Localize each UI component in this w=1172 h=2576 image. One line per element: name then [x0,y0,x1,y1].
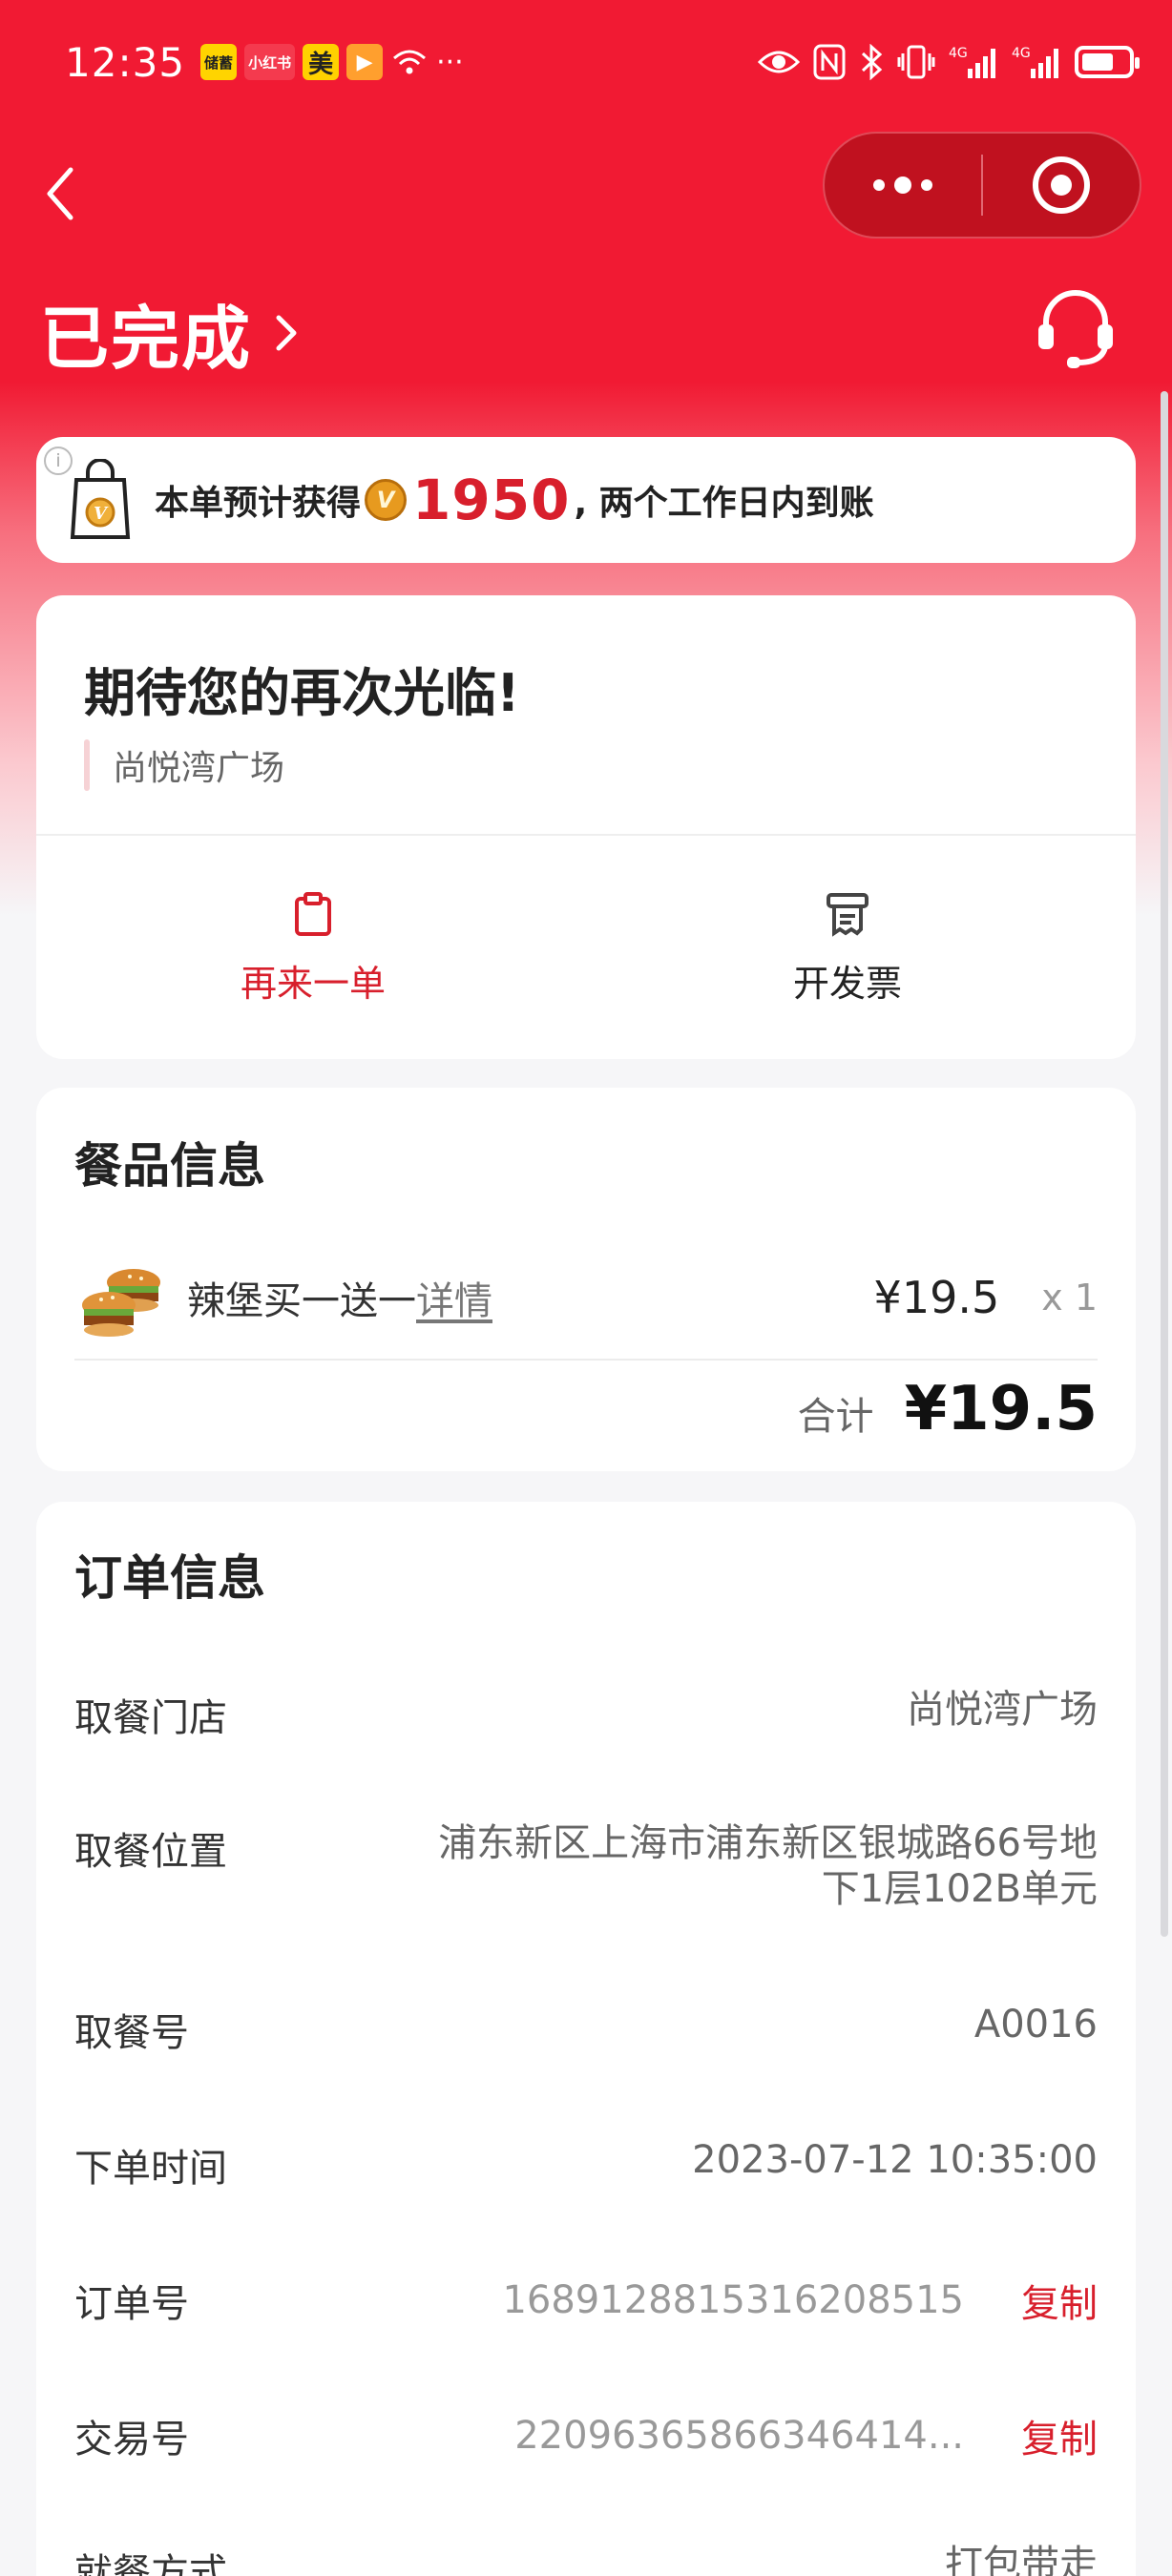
order-info-card: 订单信息 取餐门店 尚悦湾广场 取餐位置 浦东新区上海市浦东新区银城路66号地下… [36,1502,1136,2576]
app-notification-icon: 储蓄 [200,44,238,80]
row-label: 就餐方式 [74,2551,227,2576]
wifi-icon [393,50,427,74]
reorder-button[interactable]: 再来一单 [170,891,456,1007]
pickup-store-row: 取餐门店 尚悦湾广场 [74,1687,1098,1742]
order-status-title: 已完成 [40,299,253,379]
nfc-icon [813,44,846,80]
vibrate-icon [897,45,935,79]
meal-item-qty: x 1 [1041,1277,1098,1319]
customer-service-icon[interactable] [1033,286,1119,372]
welcome-card: 期待您的再次光临! 尚悦湾广场 再来一单 开发票 [36,595,1136,1059]
invoice-button[interactable]: 开发票 [704,891,991,1007]
pickup-number-row: 取餐号 A0016 [74,2002,1098,2057]
meal-section-title: 餐品信息 [74,1138,265,1194]
reorder-label: 再来一单 [240,963,386,1005]
dining-method-row: 就餐方式 打包带走 [74,2542,1098,2576]
row-value: 浦东新区上海市浦东新区银城路66号地下1层102B单元 [438,1821,1098,1911]
close-target-icon [1033,156,1090,214]
total-value: ¥19.5 [904,1374,1098,1444]
points-prefix: 本单预计获得 [155,484,362,523]
app-notification-icon: 小红书 [244,44,296,80]
row-label: 取餐号 [74,2011,189,2055]
row-value: 尚悦湾广场 [907,1688,1098,1732]
info-icon[interactable]: i [44,447,73,475]
points-amount: 1950 [412,467,571,532]
miniprogram-capsule [823,132,1141,239]
row-label: 取餐门店 [74,1696,227,1740]
points-message: 本单预计获得 V 1950 , 两个工作日内到账 [155,467,874,532]
order-number-row: 订单号 1689128815316208515 复制 [74,2273,1098,2328]
close-miniprogram-button[interactable] [983,134,1140,237]
row-value: A0016 [973,2003,1098,2046]
v-coin-icon: V [365,479,408,521]
reward-bag-icon: V [70,459,131,539]
meal-info-card: 餐品信息 辣堡买一送一 详情 ¥19.5 x 1 合计 ¥19.5 [36,1088,1136,1471]
row-value: 打包带走 [945,2543,1098,2576]
eye-icon [758,51,800,73]
meal-item-row: 辣堡买一送一 详情 ¥19.5 x 1 [74,1250,1098,1345]
row-value: 1689128815316208515 [502,2278,964,2322]
status-bar: 12:35 储蓄 小红书 美 ▶ ··· 4G 4G [0,0,1172,124]
more-notifications-icon: ··· [436,45,464,79]
points-suffix: , 两个工作日内到账 [574,484,874,523]
order-time-row: 下单时间 2023-07-12 10:35:00 [74,2137,1098,2192]
signal-icon: 4G [949,46,995,78]
divider [36,834,1136,836]
scrollbar[interactable] [1161,391,1168,1937]
copy-trade-number-button[interactable]: 复制 [1021,2408,1098,2463]
svg-text:V: V [94,504,109,524]
copy-order-number-button[interactable]: 复制 [1021,2273,1098,2328]
signal-label: 4G [949,46,968,61]
meal-item-price: ¥19.5 [873,1272,1000,1323]
signal-label: 4G [1012,46,1031,61]
invoice-label: 开发票 [792,963,902,1005]
notification-icons: 储蓄 小红书 美 ▶ ··· [200,44,464,80]
store-line: 尚悦湾广场 [84,738,284,792]
app-notification-icon: 美 [303,44,340,80]
more-dots-icon [873,177,932,194]
app-notification-icon: ▶ [346,44,384,80]
row-value: 22096365866346414... [514,2414,964,2458]
welcome-title: 期待您的再次光临! [84,663,520,723]
store-name: 尚悦湾广场 [113,749,285,788]
accent-bar [84,739,90,791]
battery-icon [1075,46,1140,78]
bluetooth-icon [861,44,883,80]
order-section-title: 订单信息 [74,1550,265,1606]
row-label: 交易号 [74,2418,189,2462]
row-label: 下单时间 [74,2147,227,2191]
row-label: 订单号 [74,2282,189,2326]
pickup-location-row: 取餐位置 浦东新区上海市浦东新区银城路66号地下1层102B单元 [74,1820,1098,1912]
more-menu-button[interactable] [825,134,981,237]
burger-image [82,1269,160,1337]
meal-detail-link[interactable]: 详情 [416,1270,492,1325]
divider [74,1359,1098,1361]
row-label: 取餐位置 [74,1830,227,1874]
status-time: 12:35 [65,38,186,86]
back-icon[interactable] [38,160,86,227]
meal-item-name: 辣堡买一送一 [187,1279,416,1323]
trade-number-row: 交易号 22096365866346414... 复制 [74,2408,1098,2463]
chevron-right-icon [276,315,297,350]
invoice-icon [827,893,869,937]
system-status-icons: 4G 4G [758,44,1140,80]
points-banner[interactable]: i V 本单预计获得 V 1950 , 两个工作日内到账 [36,437,1136,563]
row-value: 2023-07-12 10:35:00 [692,2138,1098,2182]
signal-icon-2: 4G [1012,46,1058,78]
total-label: 合计 [797,1395,874,1439]
order-status-link[interactable]: 已完成 [40,282,300,383]
total-row: 合计 ¥19.5 [798,1374,1098,1444]
clipboard-icon [295,892,331,936]
